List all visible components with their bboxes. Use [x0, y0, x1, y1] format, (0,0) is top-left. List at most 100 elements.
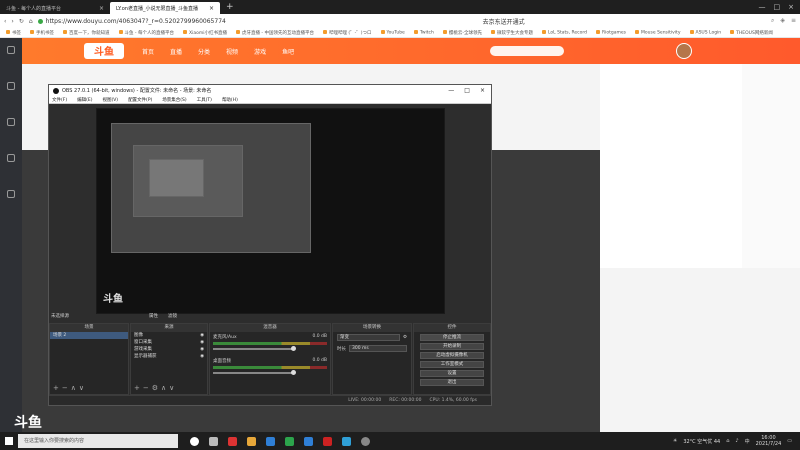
obs-preview[interactable]: 斗鱼: [96, 108, 445, 314]
properties-button[interactable]: 属性: [149, 313, 158, 319]
menu-scene-collection[interactable]: 场景集合(S): [162, 97, 186, 103]
cortana-icon[interactable]: [190, 436, 199, 446]
nav-item[interactable]: 首页: [142, 47, 154, 56]
nav-item[interactable]: 鱼吧: [282, 47, 294, 56]
source-item[interactable]: 图像 ◉: [131, 332, 207, 339]
sidebar-item[interactable]: [0, 82, 22, 110]
nav-item[interactable]: 游戏: [254, 47, 266, 56]
bookmark-item[interactable]: Mouse Sensitivity: [635, 30, 680, 35]
maximize-icon[interactable]: □: [774, 3, 781, 11]
scene-toolbar[interactable]: +−∧∨: [53, 384, 87, 392]
extension-icon[interactable]: ◈: [780, 17, 785, 25]
scene-item[interactable]: 场景 2: [50, 332, 128, 339]
source-toolbar[interactable]: +−⚙∧∨: [134, 384, 177, 392]
studio-mode-button[interactable]: 工作室模式: [420, 361, 484, 368]
bookmark-item[interactable]: Twitch: [414, 30, 434, 35]
menu-icon[interactable]: ≡: [791, 17, 796, 25]
browser-icon[interactable]: [342, 436, 351, 446]
source-item[interactable]: 显示器捕获 ◉: [131, 353, 207, 360]
wechat-icon[interactable]: [285, 436, 294, 446]
visibility-icon[interactable]: ◉: [200, 339, 204, 346]
bookmark-item[interactable]: 手机书签: [30, 30, 54, 36]
volume-icon[interactable]: ♪: [735, 438, 738, 444]
close-icon[interactable]: ×: [209, 5, 214, 12]
sidebar-item[interactable]: [0, 46, 22, 74]
bookmark-item[interactable]: 百度一下，你就知道: [63, 30, 110, 36]
store-icon[interactable]: [266, 436, 275, 446]
source-item[interactable]: 窗口采集 ◉: [131, 339, 207, 346]
app-icon[interactable]: [228, 436, 237, 446]
menu-profile[interactable]: 配置文件(P): [128, 97, 152, 103]
bookmark-item[interactable]: Xiaomi小红书直播: [183, 30, 227, 36]
weather-text[interactable]: 32°C 空气优 44: [683, 438, 720, 445]
sidebar-item[interactable]: [0, 154, 22, 182]
close-icon[interactable]: ×: [99, 5, 104, 12]
close-icon[interactable]: ×: [480, 87, 485, 94]
stop-streaming-button[interactable]: 停止推流: [420, 334, 484, 341]
nav-item[interactable]: 直播: [170, 47, 182, 56]
nav-item[interactable]: 分类: [198, 47, 210, 56]
avatar[interactable]: [676, 43, 692, 59]
taskbar-search-input[interactable]: 在这里输入你要搜索的内容: [18, 434, 178, 448]
obs-icon[interactable]: [361, 436, 370, 446]
start-button[interactable]: [0, 432, 18, 450]
reload-icon[interactable]: ↻: [19, 18, 24, 25]
visibility-icon[interactable]: ◉: [200, 332, 204, 339]
menu-help[interactable]: 帮助(H): [222, 97, 238, 103]
minimize-icon[interactable]: —: [759, 3, 766, 11]
filters-button[interactable]: 滤镜: [168, 313, 177, 319]
bookmark-item[interactable]: ASUS Login: [690, 30, 722, 35]
sidebar-item[interactable]: [0, 118, 22, 146]
weather-icon[interactable]: ☀: [673, 438, 677, 444]
ime-indicator[interactable]: 中: [745, 438, 750, 445]
maximize-icon[interactable]: □: [464, 87, 470, 94]
file-explorer-icon[interactable]: [247, 436, 256, 446]
start-recording-button[interactable]: 开始录制: [420, 343, 484, 350]
bookmark-item[interactable]: THEOUS网络新闻: [730, 30, 773, 36]
duration-input[interactable]: 300 ms: [349, 345, 407, 352]
new-tab-icon[interactable]: +: [220, 2, 240, 12]
bookmark-item[interactable]: 书签: [6, 30, 21, 36]
search-input[interactable]: [490, 46, 564, 56]
gear-icon[interactable]: ⚙: [403, 335, 407, 340]
url-field[interactable]: https://www.douyu.com/4063047?_r=0.52027…: [37, 18, 478, 25]
home-icon[interactable]: ⌂: [29, 18, 33, 25]
browser-tab-active[interactable]: LY.on老直播_小说无限直播_斗鱼直播 ×: [110, 2, 220, 14]
notification-icon[interactable]: ▭: [787, 438, 792, 444]
close-window-icon[interactable]: ×: [788, 3, 794, 11]
source-item[interactable]: 游戏采集 ◉: [131, 346, 207, 353]
transition-select[interactable]: 渐变: [337, 334, 400, 341]
forward-icon[interactable]: ›: [11, 18, 13, 25]
browser-tab[interactable]: 斗鱼 - 每个人的直播平台 ×: [0, 2, 110, 14]
network-icon[interactable]: ⌂: [726, 438, 729, 444]
sidebar-item[interactable]: [0, 190, 22, 218]
settings-button[interactable]: 设置: [420, 370, 484, 377]
bookmark-item[interactable]: 微软学生大会专题: [491, 30, 533, 36]
douyu-logo[interactable]: 斗鱼: [84, 43, 124, 59]
task-view-icon[interactable]: [209, 436, 218, 446]
bookmark-item[interactable]: Riotgames: [596, 30, 626, 35]
mail-icon[interactable]: [304, 436, 313, 446]
volume-slider[interactable]: [213, 370, 296, 375]
nav-item[interactable]: 视频: [226, 47, 238, 56]
visibility-icon[interactable]: ◉: [200, 353, 204, 360]
bookmark-item[interactable]: YouTube: [381, 30, 405, 35]
menu-view[interactable]: 视图(V): [102, 97, 118, 103]
bookmark-item[interactable]: 斗鱼 - 每个人的直播平台: [119, 30, 174, 36]
clock[interactable]: 16:00 2021/7/24: [756, 435, 782, 447]
back-icon[interactable]: ‹: [4, 18, 6, 25]
search-suggestion[interactable]: 去京东送开通式: [483, 17, 525, 26]
visibility-icon[interactable]: ◉: [200, 346, 204, 353]
exit-button[interactable]: 退出: [420, 379, 484, 386]
search-icon[interactable]: ⌕: [771, 17, 774, 25]
menu-edit[interactable]: 编辑(E): [77, 97, 92, 103]
bookmark-item[interactable]: 樱桃云-全球领先: [443, 30, 482, 36]
virtual-camera-button[interactable]: 启动虚拟摄像机: [420, 352, 484, 359]
bookmark-item[interactable]: LoL Stats, Record: [542, 30, 587, 35]
volume-slider[interactable]: [213, 346, 296, 351]
bookmark-item[interactable]: 虎牙直播 - 中国领先的互动直播平台: [236, 30, 314, 36]
menu-tools[interactable]: 工具(T): [197, 97, 212, 103]
minimize-icon[interactable]: —: [448, 87, 454, 94]
menu-file[interactable]: 文件(F): [52, 97, 67, 103]
app-icon[interactable]: [323, 436, 332, 446]
